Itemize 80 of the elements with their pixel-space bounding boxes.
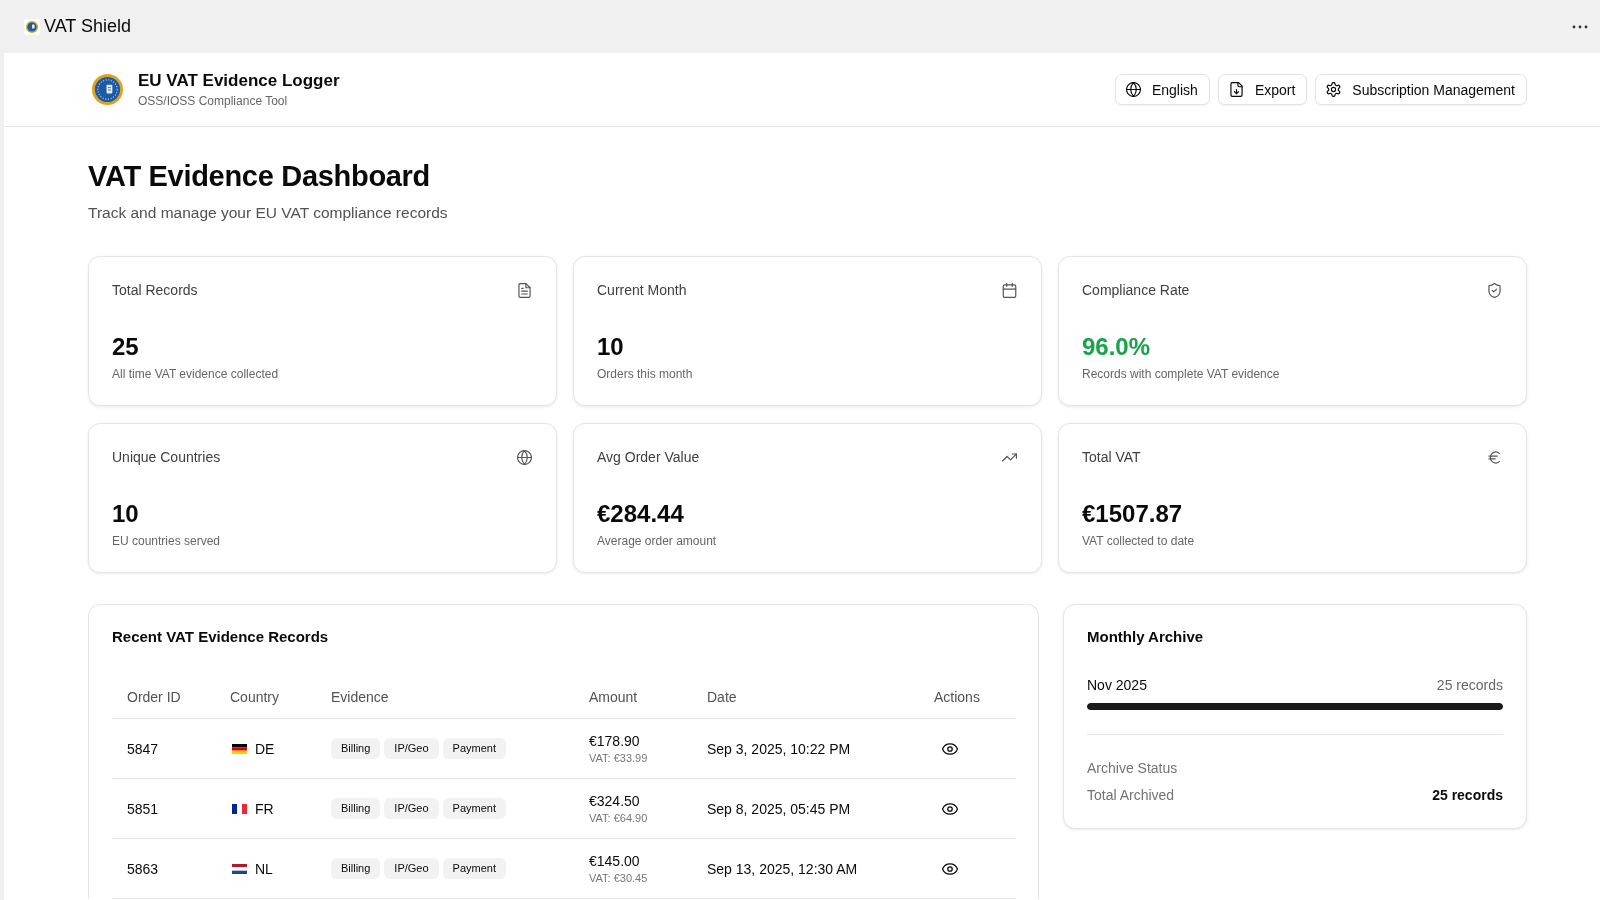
date-cell: Sep 3, 2025, 10:22 PM: [692, 718, 919, 779]
more-icon[interactable]: [1572, 24, 1588, 29]
page-subtitle: Track and manage your EU VAT compliance records: [88, 203, 449, 223]
amount-text: €145.00: [589, 852, 641, 870]
stat-label: Total VAT: [1082, 449, 1141, 465]
date-cell: Sep 8, 2025, 05:45 PM: [692, 778, 919, 839]
flag-icon: [232, 743, 247, 754]
card-title: Monthly Archive: [1087, 628, 1205, 646]
evidence-chip: Payment: [442, 738, 507, 759]
stat-label: Compliance Rate: [1082, 282, 1190, 298]
subscription-management-button[interactable]: Subscription Management: [1315, 74, 1527, 105]
evidence-chip: Payment: [442, 798, 507, 819]
eye-icon: [942, 740, 958, 757]
page-title: VAT Evidence Dashboard: [88, 159, 432, 194]
vat-text: VAT: €33.99: [589, 750, 649, 765]
amount-text: €324.50: [589, 792, 641, 810]
column-header: Date: [692, 675, 919, 719]
stat-label: Current Month: [597, 282, 687, 298]
flag-icon: [232, 863, 247, 874]
total-value: 25 records: [1432, 786, 1503, 805]
total-label: Total Archived: [1087, 786, 1175, 805]
stat-label: Unique Countries: [112, 449, 221, 465]
stat-description: EU countries served: [112, 533, 222, 549]
order-id-cell: 5851: [112, 778, 215, 839]
euro-icon: [1487, 449, 1502, 465]
export-button[interactable]: Export: [1217, 74, 1308, 105]
evidence-chip: Billing: [331, 858, 381, 879]
vat-text: VAT: €64.90: [589, 810, 649, 825]
stat-description: VAT collected to date: [1082, 533, 1196, 549]
stat-description: All time VAT evidence collected: [112, 366, 280, 382]
column-header: Amount: [574, 675, 692, 719]
column-header: Evidence: [316, 675, 574, 719]
emblem-logo-icon: [92, 74, 123, 105]
eye-icon: [942, 860, 958, 877]
month-label: Nov 2025: [1087, 676, 1147, 695]
document-icon: [517, 282, 532, 298]
stat-description: Orders this month: [597, 366, 694, 382]
stat-value: €284.44: [597, 499, 685, 529]
stat-value: 25: [112, 332, 140, 362]
column-header: Actions: [919, 675, 1016, 719]
shield-check-icon: [1487, 282, 1502, 298]
stat-value: 10: [112, 499, 140, 529]
app-title: VAT Shield: [44, 16, 132, 37]
order-id-cell: 5847: [112, 718, 215, 779]
evidence-chip: IP/Geo: [384, 798, 439, 819]
evidence-chip: IP/Geo: [384, 738, 439, 759]
section-label: Archive Status: [1087, 759, 1179, 778]
country-code: FR: [255, 800, 274, 817]
app-subheading: OSS/IOSS Compliance Tool: [138, 94, 289, 109]
app-logo-icon: [24, 18, 40, 35]
stat-description: Records with complete VAT evidence: [1082, 366, 1281, 382]
stat-value: 96.0%: [1082, 332, 1152, 362]
language-button[interactable]: English: [1114, 74, 1210, 105]
column-header: Country: [215, 675, 316, 719]
column-header: Order ID: [112, 675, 215, 719]
vat-text: VAT: €30.45: [589, 870, 649, 885]
stat-value: €1507.87: [1082, 499, 1184, 529]
evidence-chip: Billing: [331, 798, 381, 819]
month-count: 25 records: [1436, 676, 1503, 695]
country-code: DE: [255, 740, 275, 757]
app-heading: EU VAT Evidence Logger: [138, 70, 340, 91]
country-code: NL: [255, 860, 273, 877]
calendar-icon: [1002, 282, 1017, 298]
date-cell: Sep 13, 2025, 12:30 AM: [692, 838, 919, 899]
flag-icon: [232, 803, 247, 814]
stat-value: 10: [597, 332, 625, 362]
evidence-chip: Payment: [442, 858, 507, 879]
stat-description: Average order amount: [597, 533, 718, 549]
order-id-cell: 5863: [112, 838, 215, 899]
settings-icon: [1326, 82, 1342, 97]
evidence-chip: Billing: [331, 738, 381, 759]
eye-icon: [942, 800, 958, 817]
stat-label: Avg Order Value: [597, 449, 700, 465]
evidence-chip: IP/Geo: [384, 858, 439, 879]
card-title: Recent VAT Evidence Records: [112, 628, 330, 646]
globe-icon: [1125, 82, 1141, 97]
amount-text: €178.90: [589, 732, 641, 750]
stat-label: Total Records: [112, 282, 198, 298]
file-download-icon: [1228, 82, 1244, 97]
globe-icon: [517, 449, 532, 465]
